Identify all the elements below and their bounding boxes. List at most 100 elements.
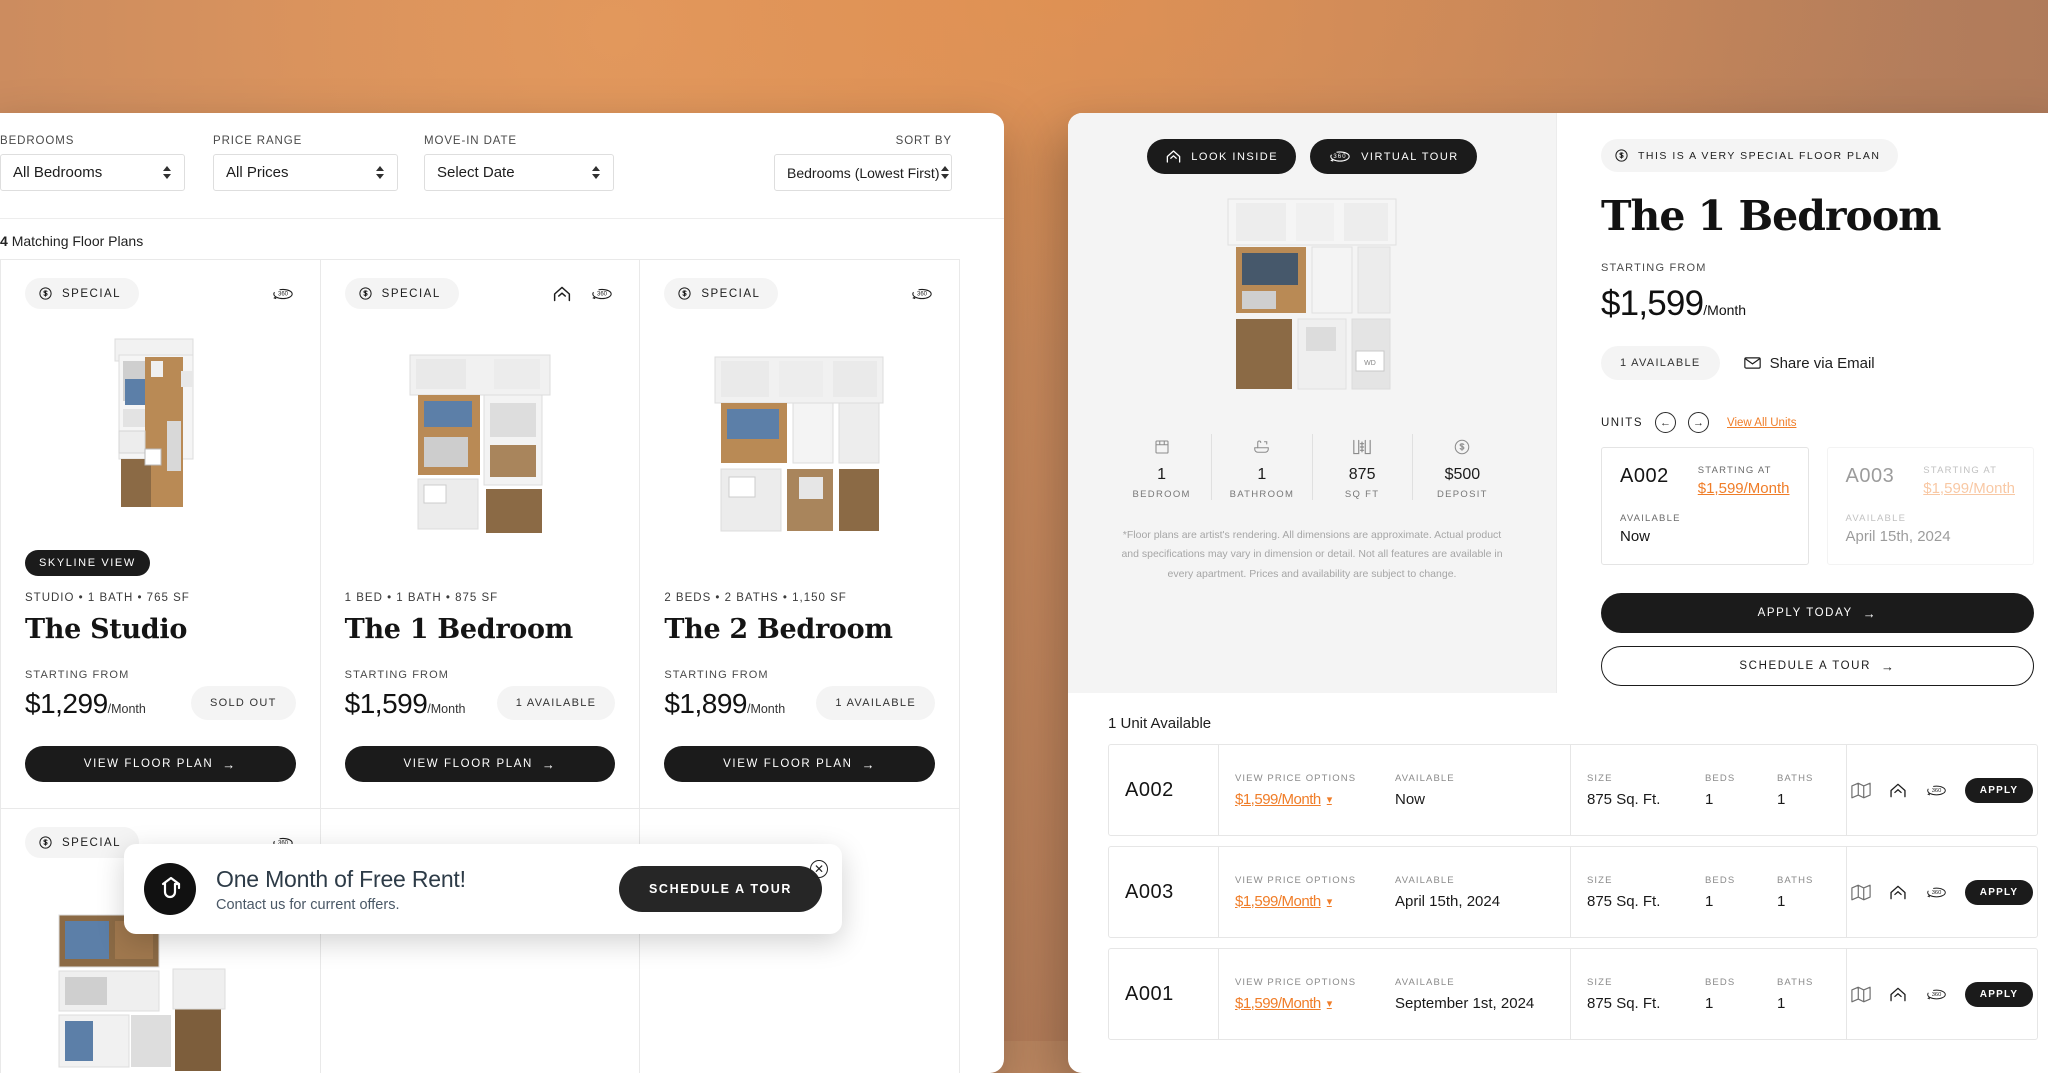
- filter-movein-value: Select Date: [437, 164, 590, 181]
- spec-bathroom-value: 1: [1216, 466, 1307, 484]
- available-value: Now: [1395, 791, 1554, 808]
- filter-movein-select[interactable]: Select Date: [424, 154, 614, 191]
- view-floor-plan-label: VIEW FLOOR PLAN: [403, 758, 532, 770]
- price-value[interactable]: $1,599/Month ▾: [1235, 893, 1363, 910]
- bed-icon: [1116, 434, 1207, 460]
- arrow-right-icon[interactable]: →: [1688, 412, 1709, 433]
- arrow-right-icon: →: [1863, 606, 1878, 621]
- card-price-amount: $1,899: [664, 688, 747, 719]
- filter-sort-value: Bedrooms (Lowest First): [787, 165, 939, 181]
- look-inside-icon[interactable]: [1888, 986, 1908, 1003]
- availability-badge: 1 AVAILABLE: [1601, 346, 1720, 380]
- special-floorplan-badge: THIS IS A VERY SPECIAL FLOOR PLAN: [1601, 139, 1898, 172]
- row-price: VIEW PRICE OPTIONS $1,599/Month ▾: [1219, 949, 1379, 1039]
- svg-text:360: 360: [278, 291, 289, 297]
- floorplan-card[interactable]: SPECIAL 360: [1, 260, 321, 809]
- unit-card-price[interactable]: $1,599/Month: [1923, 480, 2015, 497]
- unit-card[interactable]: A003 STARTING AT $1,599/Month AVAILABLE …: [1827, 447, 2035, 565]
- starting-from-label: STARTING FROM: [345, 669, 466, 681]
- filter-bedrooms-select[interactable]: All Bedrooms: [0, 154, 185, 191]
- spec-bedroom-value: 1: [1116, 466, 1207, 484]
- tour360-icon[interactable]: 360: [589, 283, 615, 305]
- apply-today-button[interactable]: APPLY TODAY →: [1601, 593, 2034, 633]
- map-icon[interactable]: [1851, 782, 1871, 799]
- tour360-icon[interactable]: 360: [909, 283, 935, 305]
- view-floor-plan-button[interactable]: VIEW FLOOR PLAN →: [664, 746, 935, 782]
- view-floor-plan-button[interactable]: VIEW FLOOR PLAN →: [25, 746, 296, 782]
- row-baths: BATHS 1: [1761, 949, 1847, 1039]
- view-floor-plan-label: VIEW FLOOR PLAN: [84, 758, 213, 770]
- floorplan-card[interactable]: SPECIAL 360: [640, 260, 960, 809]
- svg-text:360: 360: [1932, 889, 1942, 895]
- table-row[interactable]: A002 VIEW PRICE OPTIONS $1,599/Month ▾ A…: [1108, 744, 2038, 836]
- apply-button[interactable]: APPLY: [1965, 778, 2033, 803]
- spec-deposit-label: DEPOSIT: [1417, 489, 1508, 500]
- card-top-row: SPECIAL 360: [664, 278, 935, 309]
- floorplan-thumbnail[interactable]: [664, 309, 935, 562]
- promo-title: One Month of Free Rent!: [216, 866, 619, 893]
- special-badge: SPECIAL: [345, 278, 459, 309]
- special-badge: SPECIAL: [664, 278, 778, 309]
- filter-sort-select[interactable]: Bedrooms (Lowest First): [774, 154, 952, 191]
- filter-bedrooms-value: All Bedrooms: [13, 164, 161, 181]
- beds-value: 1: [1705, 995, 1745, 1012]
- price-value[interactable]: $1,599/Month ▾: [1235, 995, 1363, 1012]
- look-inside-icon[interactable]: [549, 283, 575, 305]
- beds-col-label: BEDS: [1705, 773, 1745, 784]
- promo-schedule-tour-button[interactable]: SCHEDULE A TOUR: [619, 866, 822, 912]
- virtual-tour-button[interactable]: 360 VIRTUAL TOUR: [1310, 139, 1477, 174]
- floorplan-card[interactable]: SPECIAL 360: [321, 260, 641, 809]
- floorplan-thumbnail[interactable]: [25, 309, 296, 550]
- look-inside-icon[interactable]: [1888, 782, 1908, 799]
- floorplan-thumbnail[interactable]: [345, 309, 616, 562]
- row-available: AVAILABLE April 15th, 2024: [1379, 847, 1571, 937]
- card-price: $1,599/Month: [345, 688, 466, 720]
- row-beds: BEDS 1: [1689, 745, 1761, 835]
- card-price-block: STARTING FROM $1,899/Month: [664, 669, 785, 720]
- look-inside-button[interactable]: LOOK INSIDE: [1147, 139, 1296, 174]
- unit-card[interactable]: A002 STARTING AT $1,599/Month AVAILABLE …: [1601, 447, 1809, 565]
- unit-card-available-label: AVAILABLE: [1846, 513, 2016, 524]
- row-baths: BATHS 1: [1761, 745, 1847, 835]
- detail-availability-row: 1 AVAILABLE Share via Email: [1601, 346, 2034, 380]
- apply-button[interactable]: APPLY: [1965, 880, 2033, 905]
- tour360-icon[interactable]: 360: [270, 283, 296, 305]
- available-col-label: AVAILABLE: [1395, 977, 1554, 988]
- spec-deposit-value: $500: [1417, 466, 1508, 484]
- floorplan-disclaimer: *Floor plans are artist's rendering. All…: [1119, 526, 1505, 584]
- unit-card-price[interactable]: $1,599/Month: [1698, 480, 1790, 497]
- svg-text:360: 360: [597, 291, 608, 297]
- floorplan-detail-window: LOOK INSIDE 360 VIRTUAL TOUR: [1068, 113, 2048, 1073]
- hero-floorplan-image[interactable]: WD: [1147, 188, 1477, 408]
- close-icon[interactable]: ✕: [810, 860, 828, 878]
- map-icon[interactable]: [1851, 986, 1871, 1003]
- detail-price: $1,599/Month: [1601, 284, 2034, 324]
- price-amount: $1,599/Month: [1235, 995, 1321, 1012]
- price-amount: $1,599/Month: [1235, 791, 1321, 808]
- tour360-icon[interactable]: 360: [1925, 986, 1948, 1003]
- tour360-icon[interactable]: 360: [1925, 884, 1948, 901]
- map-icon[interactable]: [1851, 884, 1871, 901]
- filter-price-select[interactable]: All Prices: [213, 154, 398, 191]
- spec-sqft-label: SQ FT: [1317, 489, 1408, 500]
- table-row[interactable]: A001 VIEW PRICE OPTIONS $1,599/Month ▾ A…: [1108, 948, 2038, 1040]
- look-inside-label: LOOK INSIDE: [1191, 151, 1278, 163]
- price-value[interactable]: $1,599/Month ▾: [1235, 791, 1363, 808]
- price-amount: $1,599/Month: [1235, 893, 1321, 910]
- promo-text: One Month of Free Rent! Contact us for c…: [216, 866, 619, 913]
- table-row[interactable]: A003 VIEW PRICE OPTIONS $1,599/Month ▾ A…: [1108, 846, 2038, 938]
- baths-col-label: BATHS: [1777, 773, 1830, 784]
- schedule-tour-button[interactable]: SCHEDULE A TOUR →: [1601, 646, 2034, 686]
- spec-bathroom: 1 BATHROOM: [1212, 434, 1312, 500]
- apply-button[interactable]: APPLY: [1965, 982, 2033, 1007]
- filter-movein-label: MOVE-IN DATE: [424, 135, 614, 147]
- tour360-icon[interactable]: 360: [1925, 782, 1948, 799]
- row-actions: 360 APPLY: [1847, 745, 2037, 835]
- card-price: $1,299/Month: [25, 688, 146, 720]
- view-all-units-link[interactable]: View All Units: [1727, 417, 1796, 429]
- look-inside-icon[interactable]: [1888, 884, 1908, 901]
- arrow-left-icon[interactable]: ←: [1655, 412, 1676, 433]
- share-via-email-button[interactable]: Share via Email: [1744, 355, 1875, 372]
- dollar-circle-icon: [38, 835, 53, 850]
- view-floor-plan-button[interactable]: VIEW FLOOR PLAN →: [345, 746, 616, 782]
